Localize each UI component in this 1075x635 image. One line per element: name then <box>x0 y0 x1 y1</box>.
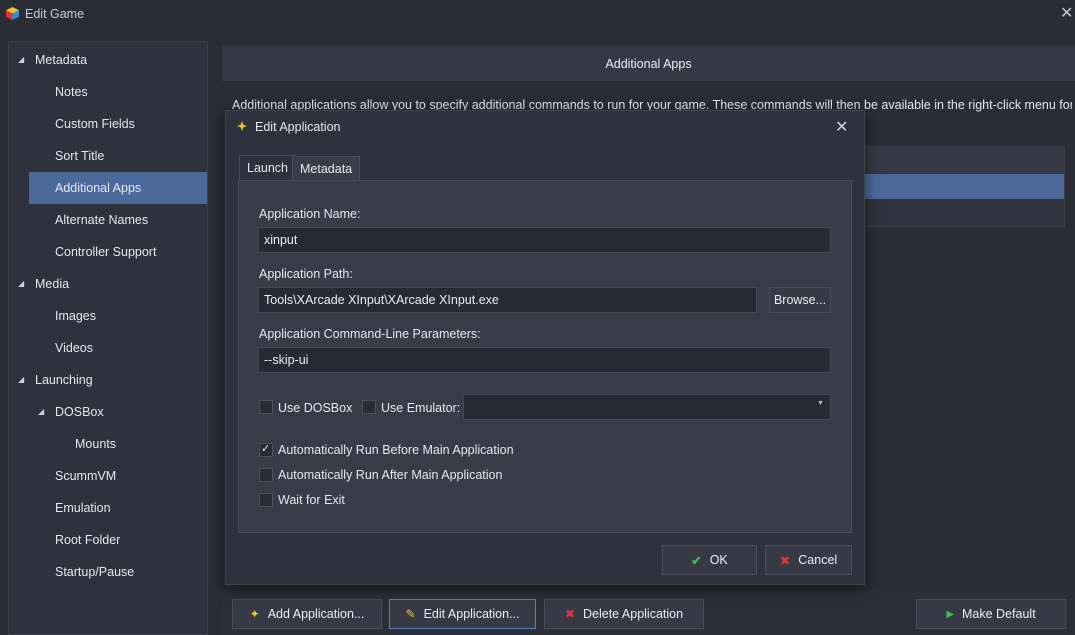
wait-for-exit-checkbox[interactable] <box>259 493 273 507</box>
ok-button[interactable]: ✔ OK <box>662 545 757 575</box>
application-path-input[interactable]: Tools\XArcade XInput\XArcade XInput.exe <box>258 287 757 313</box>
sidebar-item-media[interactable]: ◢ Media <box>9 268 207 300</box>
close-icon[interactable]: ✕ <box>1060 3 1073 23</box>
dialog-icon <box>237 121 247 131</box>
delete-icon: ✖ <box>564 607 575 621</box>
use-emulator-checkbox[interactable] <box>362 400 376 414</box>
sidebar-item-label: ScummVM <box>55 469 117 483</box>
app-logo-icon <box>6 7 19 20</box>
sidebar-item-label: Root Folder <box>55 533 121 547</box>
sidebar-item-metadata[interactable]: ◢ Metadata <box>9 44 207 76</box>
delete-application-label: Delete Application <box>582 607 684 621</box>
window-title: Edit Game <box>25 7 85 21</box>
sidebar-item-label: Videos <box>55 341 93 355</box>
sidebar-item-startup-pause[interactable]: Startup/Pause <box>9 556 207 588</box>
delete-application-button[interactable]: ✖ Delete Application <box>544 599 704 629</box>
add-application-button[interactable]: ✦ Add Application... <box>232 599 382 629</box>
dialog-title: Edit Application <box>255 120 341 134</box>
run-after-checkbox[interactable] <box>259 468 273 482</box>
collapse-arrow-icon[interactable]: ◢ <box>18 44 24 76</box>
sidebar-item-custom-fields[interactable]: Custom Fields <box>9 108 207 140</box>
sidebar-item-alternate-names[interactable]: Alternate Names <box>9 204 207 236</box>
cancel-label: Cancel <box>798 553 838 567</box>
checkmark-icon: ✔ <box>691 553 702 568</box>
application-path-label: Application Path: <box>259 267 353 281</box>
table-row[interactable] <box>849 174 1064 199</box>
run-after-label: Automatically Run After Main Application <box>278 468 503 482</box>
collapse-arrow-icon[interactable]: ◢ <box>38 396 44 428</box>
sidebar-item-label: Emulation <box>55 501 111 515</box>
ok-label: OK <box>709 553 728 567</box>
sidebar-item-label: Sort Title <box>55 149 105 163</box>
sidebar-item-controller-support[interactable]: Controller Support <box>9 236 207 268</box>
emulator-select[interactable] <box>463 394 831 420</box>
edit-application-button[interactable]: ✎ Edit Application... <box>389 599 536 629</box>
sidebar-item-emulation[interactable]: Emulation <box>9 492 207 524</box>
command-line-parameters-label: Application Command-Line Parameters: <box>259 327 481 341</box>
add-icon: ✦ <box>249 607 260 621</box>
sidebar-item-launching[interactable]: ◢ Launching <box>9 364 207 396</box>
cancel-button[interactable]: ✖ Cancel <box>765 545 852 575</box>
tab-metadata[interactable]: Metadata <box>292 156 361 181</box>
sidebar-item-additional-apps[interactable]: Additional Apps <box>29 172 207 204</box>
dropdown-arrow-icon[interactable]: ▼ <box>817 400 824 407</box>
sidebar-item-mounts[interactable]: Mounts <box>9 428 207 460</box>
sidebar-item-label: Media <box>35 277 70 291</box>
close-icon[interactable]: ✕ <box>835 117 848 137</box>
browse-button[interactable]: Browse... <box>769 287 831 313</box>
use-emulator-label: Use Emulator: <box>381 401 461 415</box>
collapse-arrow-icon[interactable]: ◢ <box>18 268 24 300</box>
application-name-label: Application Name: <box>259 207 361 221</box>
sidebar-item-label: Additional Apps <box>55 181 142 195</box>
sidebar-item-dosbox[interactable]: ◢ DOSBox <box>9 396 207 428</box>
command-line-parameters-input[interactable]: --skip-ui <box>258 347 831 373</box>
collapse-arrow-icon[interactable]: ◢ <box>18 364 24 396</box>
sidebar-item-label: Notes <box>55 85 88 99</box>
use-dosbox-checkbox[interactable] <box>259 400 273 414</box>
cancel-x-icon: ✖ <box>779 553 791 568</box>
sidebar-item-label: Launching <box>35 373 93 387</box>
sidebar-item-root-folder[interactable]: Root Folder <box>9 524 207 556</box>
run-before-checkbox[interactable]: ✓ <box>259 443 273 457</box>
sidebar-item-label: Alternate Names <box>55 213 149 227</box>
sidebar-item-notes[interactable]: Notes <box>9 76 207 108</box>
apps-table-header <box>849 147 1064 173</box>
run-before-label: Automatically Run Before Main Applicatio… <box>278 443 514 457</box>
sidebar-item-label: DOSBox <box>55 405 104 419</box>
sidebar-item-sort-title[interactable]: Sort Title <box>9 140 207 172</box>
use-dosbox-label: Use DOSBox <box>278 401 353 415</box>
checkmark-icon: ✓ <box>261 443 271 455</box>
title-bar <box>0 0 1075 30</box>
make-default-label: Make Default <box>962 607 1036 621</box>
sidebar-item-scummvm[interactable]: ScummVM <box>9 460 207 492</box>
sidebar-item-label: Controller Support <box>55 245 157 259</box>
tab-launch[interactable]: Launch <box>239 155 297 181</box>
sidebar-item-label: Startup/Pause <box>55 565 135 579</box>
wait-for-exit-label: Wait for Exit <box>278 493 345 507</box>
sidebar-item-videos[interactable]: Videos <box>9 332 207 364</box>
edit-application-label: Edit Application... <box>423 607 520 621</box>
pencil-icon: ✎ <box>405 607 416 621</box>
sidebar-item-label: Custom Fields <box>55 117 135 131</box>
sidebar-item-label: Mounts <box>75 437 116 451</box>
application-name-input[interactable]: xinput <box>258 227 831 253</box>
sidebar-item-images[interactable]: Images <box>9 300 207 332</box>
page-title: Additional Apps <box>605 57 692 71</box>
make-default-button[interactable]: ▶ Make Default <box>916 599 1066 629</box>
sidebar-item-label: Images <box>55 309 96 323</box>
flag-icon: ▶ <box>946 608 955 620</box>
sidebar-item-label: Metadata <box>35 53 88 67</box>
sidebar: ◢ Metadata Notes Custom Fields Sort Titl… <box>8 41 208 635</box>
add-application-label: Add Application... <box>267 607 365 621</box>
